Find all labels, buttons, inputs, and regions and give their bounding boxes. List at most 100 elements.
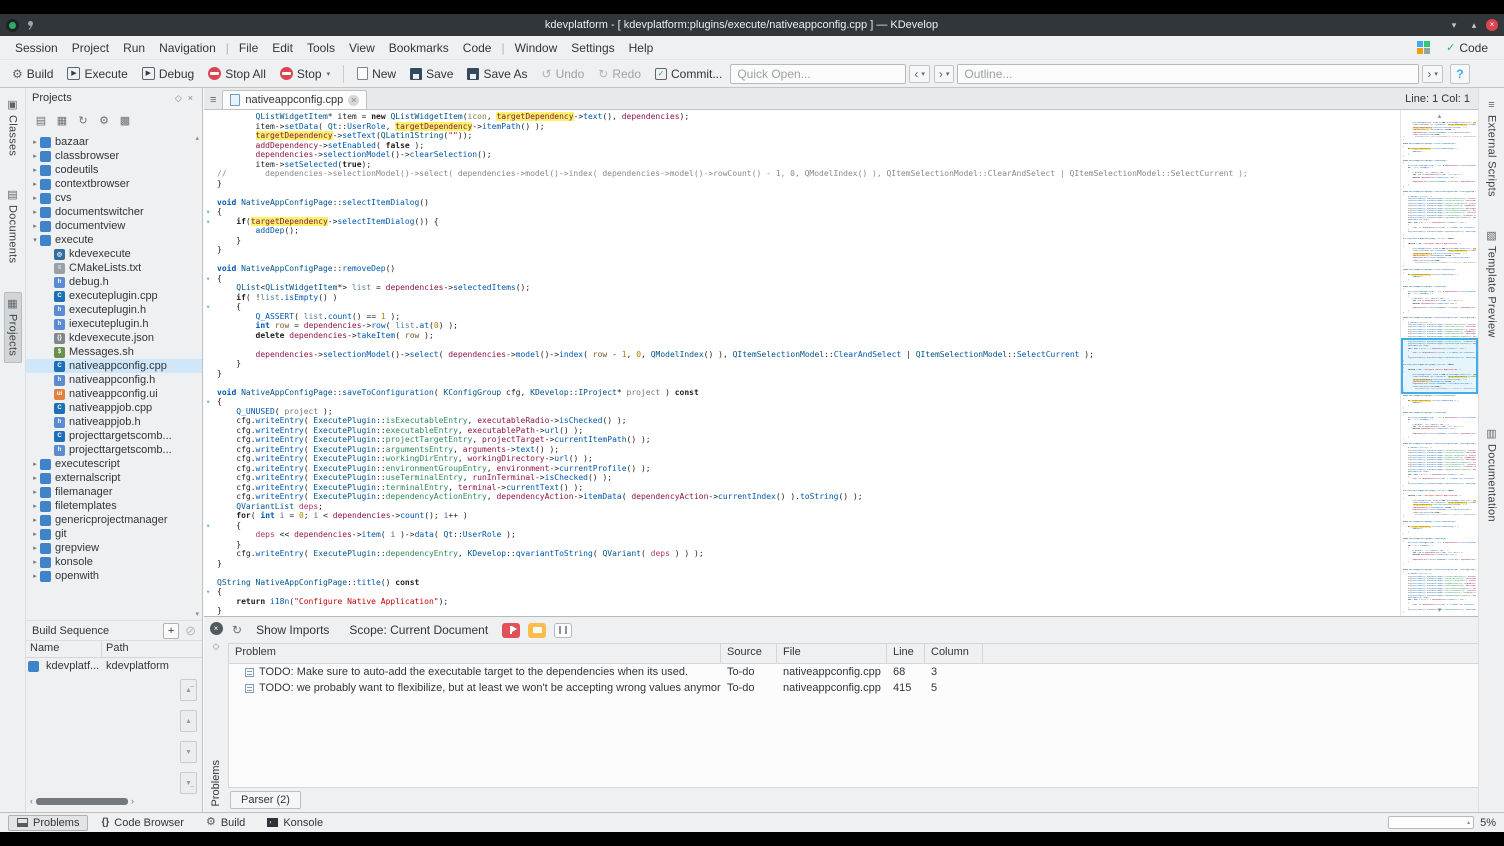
- file-column-header[interactable]: File: [777, 644, 887, 663]
- sidebar-tab-template-preview[interactable]: ▧ Template Preview: [1484, 225, 1500, 344]
- menu-run[interactable]: Run: [116, 38, 152, 58]
- close-tab-icon[interactable]: ×: [348, 94, 360, 106]
- source-column-header[interactable]: Source: [721, 644, 777, 663]
- code-line[interactable]: QVariantList deps;: [204, 502, 1398, 512]
- code-line[interactable]: Q_UNUSED( project );: [204, 407, 1398, 417]
- code-line[interactable]: cfg.writeEntry( ExecutePlugin::arguments…: [204, 445, 1398, 455]
- code-line[interactable]: targetDependency->setText(QLatin1String(…: [204, 131, 1398, 141]
- code-line[interactable]: addDependency->setEnabled( false );: [204, 141, 1398, 151]
- detach-panel-icon[interactable]: ◇: [172, 93, 185, 104]
- grouping-button[interactable]: [554, 622, 573, 638]
- previous-context-button[interactable]: ‹ ▾: [909, 64, 930, 83]
- tree-item-filetemplates[interactable]: ▸ filetemplates: [26, 499, 202, 513]
- tree-item-git[interactable]: ▸ git: [26, 527, 202, 541]
- code-line[interactable]: deps << dependencies->item( i )->data( Q…: [204, 530, 1398, 540]
- code-line[interactable]: cfg.writeEntry( ExecutePlugin::workingDi…: [204, 454, 1398, 464]
- add-to-build-sequence-button[interactable]: +: [163, 622, 180, 639]
- outline-input[interactable]: [957, 63, 1420, 84]
- code-line[interactable]: dependencies->selectionModel()->clearSel…: [204, 150, 1398, 160]
- tree-item-bazaar[interactable]: ▸ bazaar: [26, 135, 202, 149]
- reload-projects-button[interactable]: ↻: [74, 111, 92, 129]
- close-button[interactable]: ×: [1486, 19, 1498, 31]
- code-line[interactable]: QString NativeAppConfigPage::title() con…: [204, 578, 1398, 588]
- undo-button[interactable]: ↺ Undo: [536, 64, 591, 84]
- problem-row[interactable]: TODO: we probably want to flexibilize, b…: [229, 680, 1478, 696]
- move-bottom-button[interactable]: ▼̲: [180, 772, 197, 794]
- statusbar-toggle-konsole[interactable]: › Konsole: [258, 815, 332, 831]
- code-line[interactable]: ▾ if(targetDependency->selectItemDialog(…: [204, 216, 1398, 227]
- chevron-down-icon[interactable]: ▾: [327, 70, 331, 78]
- execute-button[interactable]: ▶ Execute: [61, 64, 133, 84]
- name-column-header[interactable]: Name: [26, 641, 102, 657]
- menu-window[interactable]: Window: [508, 38, 565, 58]
- tree-item-cvs[interactable]: ▸ cvs: [26, 191, 202, 205]
- detach-panel-icon[interactable]: ◇: [213, 641, 220, 652]
- menu-file[interactable]: File: [232, 38, 265, 58]
- code-line[interactable]: }: [204, 559, 1398, 569]
- code-line[interactable]: [204, 255, 1398, 265]
- tree-item-iexecuteplugin-h[interactable]: h iexecuteplugin.h: [26, 317, 202, 331]
- debug-button[interactable]: ▶ Debug: [136, 64, 200, 84]
- expander-icon[interactable]: ▸: [30, 516, 40, 524]
- tree-item-nativeappconfig-cpp[interactable]: Cnativeappconfig.cpp: [26, 359, 202, 373]
- minimap-viewport[interactable]: [1401, 338, 1478, 394]
- code-line[interactable]: ▾ {: [204, 521, 1398, 531]
- tab-parser[interactable]: Parser (2): [230, 791, 301, 809]
- scrollbar-thumb[interactable]: [36, 798, 128, 805]
- code-line[interactable]: [204, 340, 1398, 350]
- scroll-left-icon[interactable]: ‹: [30, 797, 33, 806]
- close-panel-icon[interactable]: ×: [185, 93, 196, 103]
- help-button[interactable]: ?: [1449, 63, 1470, 84]
- menu-code[interactable]: Code: [456, 38, 499, 58]
- stop-button[interactable]: Stop ▾: [274, 64, 336, 84]
- code-line[interactable]: QListWidgetItem* item = new QListWidgetI…: [204, 112, 1398, 122]
- code-line[interactable]: cfg.writeEntry( ExecutePlugin::dependenc…: [204, 492, 1398, 502]
- expander-icon[interactable]: ▸: [30, 194, 40, 202]
- code-line[interactable]: void NativeAppConfigPage::saveToConfigur…: [204, 388, 1398, 398]
- expander-icon[interactable]: ▸: [30, 530, 40, 538]
- scroll-down-icon[interactable]: ▾: [1401, 606, 1478, 614]
- menu-settings[interactable]: Settings: [564, 38, 621, 58]
- next-context-button[interactable]: › ▾: [933, 64, 955, 83]
- tree-item-codeutils[interactable]: ▸ codeutils: [26, 163, 202, 177]
- tree-item-genericprojectmanager[interactable]: ▸ genericprojectmanager: [26, 513, 202, 527]
- code-line[interactable]: if( !list.isEmpty() ): [204, 293, 1398, 303]
- code-line[interactable]: cfg.writeEntry( ExecutePlugin::terminalE…: [204, 483, 1398, 493]
- expander-icon[interactable]: ▾: [30, 236, 40, 244]
- move-top-button[interactable]: ▲̅: [180, 679, 197, 701]
- code-line[interactable]: [204, 568, 1398, 578]
- tree-item-nativeappjob-h[interactable]: h nativeappjob.h: [26, 415, 202, 429]
- tree-item-classbrowser[interactable]: ▸ classbrowser: [26, 149, 202, 163]
- menu-bookmarks[interactable]: Bookmarks: [382, 38, 456, 58]
- tree-item-externalscript[interactable]: ▸ externalscript: [26, 471, 202, 485]
- expander-icon[interactable]: ▸: [30, 474, 40, 482]
- tree-item-messages-sh[interactable]: $ Messages.sh: [26, 345, 202, 359]
- code-line[interactable]: }: [204, 369, 1398, 379]
- working-set-icon[interactable]: [1417, 41, 1431, 54]
- tree-item-openwith[interactable]: ▸ openwith: [26, 569, 202, 583]
- save-as-button[interactable]: Save As: [461, 64, 533, 84]
- expander-icon[interactable]: ▸: [30, 208, 40, 216]
- tree-item-documentview[interactable]: ▸ documentview: [26, 219, 202, 233]
- code-line[interactable]: cfg.writeEntry( ExecutePlugin::projectTa…: [204, 435, 1398, 445]
- sidebar-tab-documentation[interactable]: ▥ Documentation: [1484, 423, 1500, 528]
- menu-help[interactable]: Help: [622, 38, 661, 58]
- move-down-button[interactable]: ▼: [180, 741, 197, 763]
- code-line[interactable]: ▾{: [204, 397, 1398, 407]
- tree-item-executeplugin-cpp[interactable]: Cexecuteplugin.cpp: [26, 289, 202, 303]
- menu-tools[interactable]: Tools: [300, 38, 342, 58]
- configure-project-button[interactable]: ⚙: [95, 111, 113, 129]
- stop-all-button[interactable]: Stop All: [202, 64, 272, 84]
- menu-session[interactable]: Session: [8, 38, 65, 58]
- redo-button[interactable]: ↻ Redo: [592, 64, 647, 84]
- tree-item-kdevexecute-json[interactable]: {} kdevexecute.json: [26, 331, 202, 345]
- maximize-button[interactable]: ▴: [1466, 20, 1482, 31]
- problem-row[interactable]: TODO: Make sure to auto-add the executab…: [229, 664, 1478, 680]
- code-line[interactable]: cfg.writeEntry( ExecutePlugin::isExecuta…: [204, 416, 1398, 426]
- code-line[interactable]: cfg.writeEntry( ExecutePlugin::dependenc…: [204, 549, 1398, 559]
- code-line[interactable]: ▾ {: [204, 302, 1398, 312]
- problem-column-header[interactable]: Problem: [229, 644, 721, 663]
- expander-icon[interactable]: ▸: [30, 180, 40, 188]
- error-filter-button[interactable]: [502, 622, 521, 638]
- expander-icon[interactable]: ▸: [30, 488, 40, 496]
